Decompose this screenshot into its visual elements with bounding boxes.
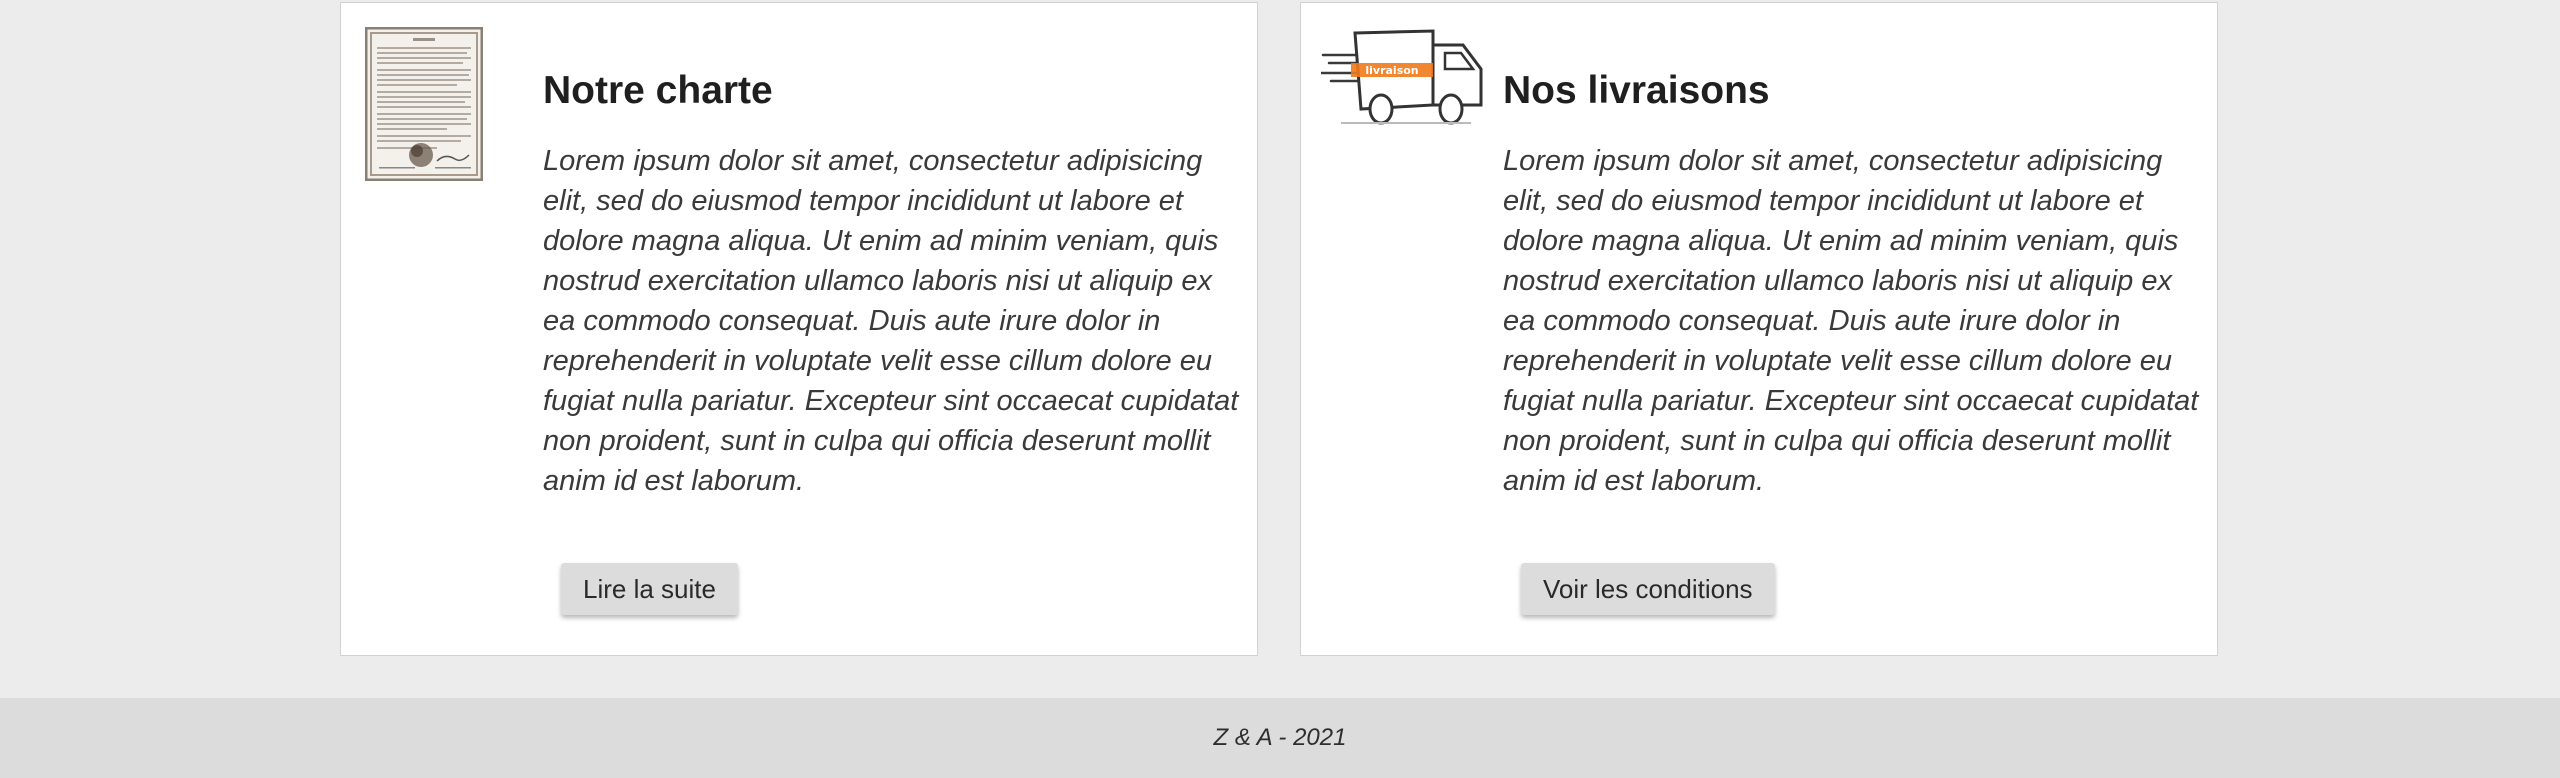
deliveries-card: livraison Nos livraisons Lorem ipsum dol… [1300, 2, 2218, 656]
page: Notre charte Lorem ipsum dolor sit amet,… [0, 0, 2560, 778]
charter-card-content: Notre charte Lorem ipsum dolor sit amet,… [543, 61, 1243, 501]
footer-copyright: Z & A - 2021 [1213, 724, 1347, 751]
charter-card-text: Lorem ipsum dolor sit amet, consectetur … [543, 145, 1239, 497]
truck-label: livraison [1365, 64, 1418, 77]
charter-card-title: Notre charte [543, 69, 773, 112]
footer: Z & A - 2021 [0, 698, 2560, 778]
delivery-truck-icon: livraison [1321, 23, 1485, 127]
read-more-button[interactable]: Lire la suite [561, 563, 738, 615]
deliveries-card-text: Lorem ipsum dolor sit amet, consectetur … [1503, 145, 2199, 497]
document-icon [365, 27, 483, 181]
charter-card: Notre charte Lorem ipsum dolor sit amet,… [340, 2, 1258, 656]
view-conditions-button[interactable]: Voir les conditions [1521, 563, 1775, 615]
deliveries-card-content: Nos livraisons Lorem ipsum dolor sit ame… [1503, 61, 2203, 501]
deliveries-card-title: Nos livraisons [1503, 69, 1770, 112]
